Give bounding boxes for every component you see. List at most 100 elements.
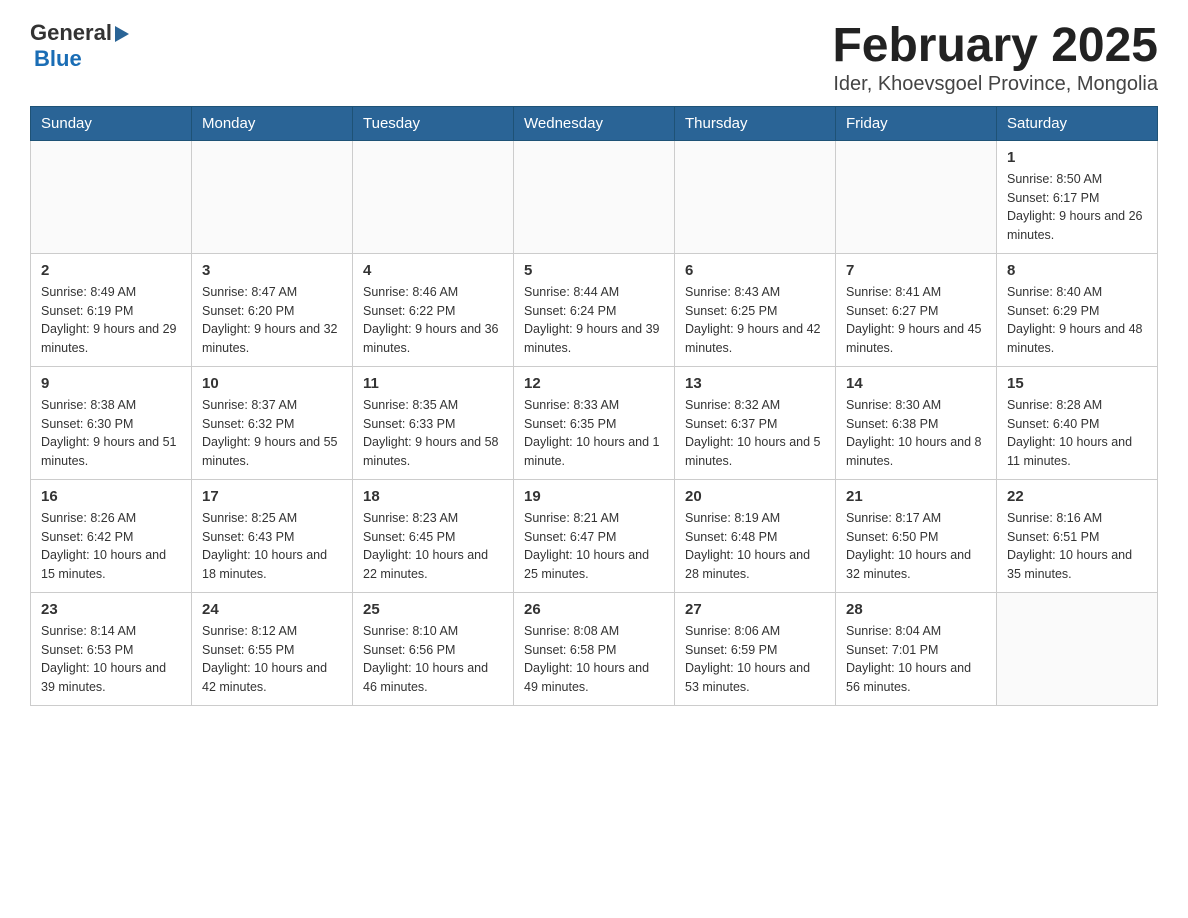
day-info: Sunrise: 8:25 AM Sunset: 6:43 PM Dayligh… [202,511,327,581]
day-number: 27 [685,601,825,618]
calendar-day-cell: 23Sunrise: 8:14 AM Sunset: 6:53 PM Dayli… [31,592,192,705]
calendar-day-cell: 4 Sunrise: 8:46 AM Sunset: 6:22 PM Daylig… [353,253,514,366]
calendar-day-cell: 19 Sunrise: 8:21 AM Sunset: 6:47 PM Dayli… [514,479,675,592]
calendar-day-cell: 24Sunrise: 8:12 AM Sunset: 6:55 PM Dayli… [192,592,353,705]
calendar-day-cell: 12Sunrise: 8:33 AM Sunset: 6:35 PM Dayli… [514,366,675,479]
day-info: Sunrise: 8:23 AM Sunset: 6:45 PM Dayligh… [363,511,488,581]
day-number: 11 [363,375,503,392]
calendar-day-cell [192,140,353,253]
calendar-week-row: 1 Sunrise: 8:50 AM Sunset: 6:17 PM Daylig… [31,140,1158,253]
day-number: 16 [41,488,181,505]
calendar-table: SundayMondayTuesdayWednesdayThursdayFrid… [30,106,1158,706]
day-number: 1 [1007,149,1147,166]
day-info: Sunrise: 8:40 AM Sunset: 6:29 PM Dayligh… [1007,285,1143,355]
day-number: 21 [846,488,986,505]
weekday-header-row: SundayMondayTuesdayWednesdayThursdayFrid… [31,106,1158,140]
calendar-day-cell: 17 Sunrise: 8:25 AM Sunset: 6:43 PM Dayli… [192,479,353,592]
calendar-day-cell: 2 Sunrise: 8:49 AM Sunset: 6:19 PM Daylig… [31,253,192,366]
calendar-week-row: 9 Sunrise: 8:38 AM Sunset: 6:30 PM Daylig… [31,366,1158,479]
calendar-day-cell: 3 Sunrise: 8:47 AM Sunset: 6:20 PM Daylig… [192,253,353,366]
weekday-sunday: Sunday [31,106,192,140]
day-info: Sunrise: 8:43 AM Sunset: 6:25 PM Dayligh… [685,285,821,355]
day-number: 25 [363,601,503,618]
day-info: Sunrise: 8:10 AM Sunset: 6:56 PM Dayligh… [363,624,488,694]
logo-general: General [30,20,112,46]
calendar-header: SundayMondayTuesdayWednesdayThursdayFrid… [31,106,1158,140]
day-number: 2 [41,262,181,279]
logo-block: General Blue [30,20,129,72]
day-number: 5 [524,262,664,279]
calendar-day-cell: 7 Sunrise: 8:41 AM Sunset: 6:27 PM Daylig… [836,253,997,366]
day-info: Sunrise: 8:21 AM Sunset: 6:47 PM Dayligh… [524,511,649,581]
calendar-week-row: 23Sunrise: 8:14 AM Sunset: 6:53 PM Dayli… [31,592,1158,705]
calendar-day-cell: 25 Sunrise: 8:10 AM Sunset: 6:56 PM Dayli… [353,592,514,705]
day-info: Sunrise: 8:32 AM Sunset: 6:37 PM Dayligh… [685,398,821,468]
day-number: 15 [1007,375,1147,392]
day-number: 22 [1007,488,1147,505]
calendar-day-cell: 5 Sunrise: 8:44 AM Sunset: 6:24 PM Daylig… [514,253,675,366]
calendar-day-cell [514,140,675,253]
weekday-friday: Friday [836,106,997,140]
day-info: Sunrise: 8:49 AM Sunset: 6:19 PM Dayligh… [41,285,177,355]
calendar-day-cell: 26Sunrise: 8:08 AM Sunset: 6:58 PM Dayli… [514,592,675,705]
calendar-week-row: 2 Sunrise: 8:49 AM Sunset: 6:19 PM Daylig… [31,253,1158,366]
calendar-title: February 2025 [832,20,1158,73]
day-number: 8 [1007,262,1147,279]
day-number: 9 [41,375,181,392]
day-info: Sunrise: 8:30 AM Sunset: 6:38 PM Dayligh… [846,398,982,468]
weekday-saturday: Saturday [997,106,1158,140]
calendar-day-cell: 27 Sunrise: 8:06 AM Sunset: 6:59 PM Dayli… [675,592,836,705]
day-info: Sunrise: 8:50 AM Sunset: 6:17 PM Dayligh… [1007,172,1143,242]
calendar-day-cell: 1 Sunrise: 8:50 AM Sunset: 6:17 PM Daylig… [997,140,1158,253]
day-number: 13 [685,375,825,392]
calendar-day-cell [31,140,192,253]
calendar-day-cell: 20 Sunrise: 8:19 AM Sunset: 6:48 PM Dayli… [675,479,836,592]
day-info: Sunrise: 8:12 AM Sunset: 6:55 PM Dayligh… [202,624,327,694]
day-number: 7 [846,262,986,279]
calendar-day-cell: 9 Sunrise: 8:38 AM Sunset: 6:30 PM Daylig… [31,366,192,479]
day-number: 10 [202,375,342,392]
logo-blue: Blue [34,46,82,72]
day-info: Sunrise: 8:17 AM Sunset: 6:50 PM Dayligh… [846,511,971,581]
calendar-day-cell [997,592,1158,705]
day-info: Sunrise: 8:47 AM Sunset: 6:20 PM Dayligh… [202,285,338,355]
calendar-day-cell [675,140,836,253]
day-number: 4 [363,262,503,279]
calendar-day-cell: 6 Sunrise: 8:43 AM Sunset: 6:25 PM Daylig… [675,253,836,366]
calendar-day-cell: 14 Sunrise: 8:30 AM Sunset: 6:38 PM Dayli… [836,366,997,479]
calendar-day-cell [353,140,514,253]
calendar-day-cell: 21 Sunrise: 8:17 AM Sunset: 6:50 PM Dayli… [836,479,997,592]
weekday-tuesday: Tuesday [353,106,514,140]
day-number: 6 [685,262,825,279]
calendar-day-cell: 16 Sunrise: 8:26 AM Sunset: 6:42 PM Dayli… [31,479,192,592]
calendar-day-cell: 10 Sunrise: 8:37 AM Sunset: 6:32 PM Dayli… [192,366,353,479]
day-number: 20 [685,488,825,505]
calendar-subtitle: Ider, Khoevsgoel Province, Mongolia [832,73,1158,96]
day-info: Sunrise: 8:26 AM Sunset: 6:42 PM Dayligh… [41,511,166,581]
day-number: 14 [846,375,986,392]
day-info: Sunrise: 8:38 AM Sunset: 6:30 PM Dayligh… [41,398,177,468]
day-info: Sunrise: 8:28 AM Sunset: 6:40 PM Dayligh… [1007,398,1132,468]
day-number: 23 [41,601,181,618]
day-info: Sunrise: 8:37 AM Sunset: 6:32 PM Dayligh… [202,398,338,468]
day-number: 3 [202,262,342,279]
day-info: Sunrise: 8:06 AM Sunset: 6:59 PM Dayligh… [685,624,810,694]
day-number: 17 [202,488,342,505]
calendar-day-cell: 22 Sunrise: 8:16 AM Sunset: 6:51 PM Dayli… [997,479,1158,592]
day-number: 28 [846,601,986,618]
day-info: Sunrise: 8:04 AM Sunset: 7:01 PM Dayligh… [846,624,971,694]
day-number: 12 [524,375,664,392]
day-info: Sunrise: 8:44 AM Sunset: 6:24 PM Dayligh… [524,285,660,355]
weekday-thursday: Thursday [675,106,836,140]
day-info: Sunrise: 8:46 AM Sunset: 6:22 PM Dayligh… [363,285,499,355]
calendar-day-cell: 11Sunrise: 8:35 AM Sunset: 6:33 PM Dayli… [353,366,514,479]
calendar-day-cell: 8 Sunrise: 8:40 AM Sunset: 6:29 PM Daylig… [997,253,1158,366]
day-number: 18 [363,488,503,505]
calendar-day-cell: 18 Sunrise: 8:23 AM Sunset: 6:45 PM Dayli… [353,479,514,592]
day-info: Sunrise: 8:41 AM Sunset: 6:27 PM Dayligh… [846,285,982,355]
day-number: 19 [524,488,664,505]
day-info: Sunrise: 8:19 AM Sunset: 6:48 PM Dayligh… [685,511,810,581]
logo: General Blue [30,20,129,72]
day-info: Sunrise: 8:16 AM Sunset: 6:51 PM Dayligh… [1007,511,1132,581]
weekday-wednesday: Wednesday [514,106,675,140]
